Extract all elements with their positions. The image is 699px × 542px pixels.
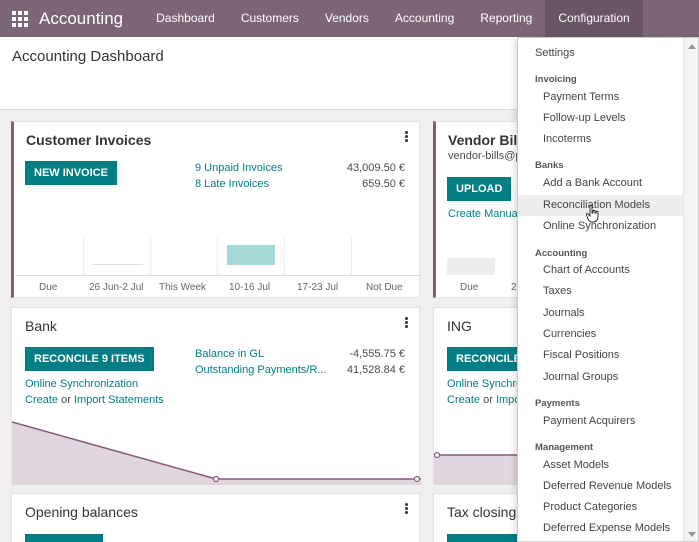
apps-menu-icon[interactable] <box>11 10 29 28</box>
card-title[interactable]: ING <box>447 318 472 334</box>
card-title[interactable]: Opening balances <box>25 504 138 520</box>
new-entry-button[interactable] <box>25 534 103 542</box>
vendor-chart-bar[interactable] <box>447 258 495 275</box>
card-title[interactable]: Customer Invoices <box>26 132 151 148</box>
bank-balance-graph <box>12 421 421 485</box>
chart-label: 26 Jun-2 Jul <box>89 282 144 293</box>
chart-gridline <box>351 237 352 275</box>
menu-item-product-categories[interactable]: Product Categories <box>518 497 683 518</box>
unpaid-invoices-amount: 43,009.50 € <box>346 162 405 174</box>
menu-item-settings[interactable]: Settings <box>518 43 683 64</box>
nav-customers[interactable]: Customers <box>228 0 312 37</box>
scroll-down-arrow-icon[interactable] <box>688 532 696 537</box>
menu-item-deferred-expense-models[interactable]: Deferred Expense Models <box>518 518 683 539</box>
menu-section-invoicing: Invoicing <box>535 74 577 85</box>
import-statements-link[interactable]: Import Statements <box>74 394 164 406</box>
or-text: or <box>480 394 496 406</box>
menu-section-payments: Payments <box>535 398 580 409</box>
menu-item-reconciliation-models[interactable]: Reconciliation Models <box>518 195 683 216</box>
late-invoices-link[interactable]: 8 Late Invoices <box>195 178 269 190</box>
menu-item-currencies[interactable]: Currencies <box>518 324 683 345</box>
chart-label: Due <box>460 282 479 293</box>
create-link[interactable]: Create <box>25 394 58 406</box>
late-invoices-amount: 659.50 € <box>362 178 405 190</box>
menu-item-online-synchronization[interactable]: Online Synchronization <box>518 216 683 237</box>
chart-gridline <box>217 237 218 275</box>
chart-baseline <box>16 275 419 276</box>
card-title[interactable]: Bank <box>25 318 57 334</box>
outstanding-payments-link[interactable]: Outstanding Payments/R... <box>195 364 326 376</box>
card-opening-balances: Opening balances <box>11 493 420 542</box>
nav-reporting[interactable]: Reporting <box>467 0 545 37</box>
menu-item-journals[interactable]: Journals <box>518 303 683 324</box>
chart-gridline <box>150 237 151 275</box>
new-entry-button[interactable] <box>447 534 517 542</box>
graph-point <box>212 475 220 483</box>
balance-gl-link[interactable]: Balance in GL <box>195 348 264 360</box>
unpaid-invoices-link[interactable]: 9 Unpaid Invoices <box>195 162 282 174</box>
chart-label: 17-23 Jul <box>297 282 339 293</box>
chart-label: Due <box>39 282 58 293</box>
chart-label: Not Due <box>366 282 403 293</box>
card-bank: Bank RECONCILE 9 ITEMS Balance in GL -4,… <box>11 307 421 485</box>
chart-label: This Week <box>159 282 207 293</box>
create-manual-link[interactable]: Create Manual <box>448 208 520 220</box>
vendor-bills-email: vendor-bills@p <box>448 150 522 162</box>
graph-point <box>434 451 441 459</box>
menu-item-fiscal-positions[interactable]: Fiscal Positions <box>518 345 683 366</box>
card-customer-invoices: Customer Invoices NEW INVOICE 9 Unpaid I… <box>11 121 420 298</box>
nav-vendors[interactable]: Vendors <box>312 0 382 37</box>
nav-accounting[interactable]: Accounting <box>382 0 467 37</box>
page-title: Accounting Dashboard <box>12 48 164 65</box>
kebab-menu-icon[interactable] <box>405 317 408 328</box>
card-title[interactable]: Tax closing <box>447 504 516 520</box>
chart-gridline <box>284 237 285 275</box>
menu-item-taxes[interactable]: Taxes <box>518 281 683 302</box>
app-brand[interactable]: Accounting <box>39 9 123 29</box>
dropdown-scrollbar[interactable] <box>683 38 698 541</box>
chart-bar-10-16-jul[interactable] <box>227 245 275 265</box>
chart-baseline-stub <box>93 264 143 265</box>
invoice-chart <box>16 237 419 277</box>
menu-item-add-bank-account[interactable]: Add a Bank Account <box>518 173 683 194</box>
nav-dashboard[interactable]: Dashboard <box>143 0 228 37</box>
or-text: or <box>58 394 74 406</box>
menu-item-asset-models[interactable]: Asset Models <box>518 455 683 476</box>
menu-item-payment-acquirers[interactable]: Payment Acquirers <box>518 411 683 432</box>
scroll-up-arrow-icon[interactable] <box>688 44 696 49</box>
menu-section-management: Management <box>535 442 594 453</box>
create-link[interactable]: Create <box>447 394 480 406</box>
top-navbar: Accounting Dashboard Customers Vendors A… <box>0 0 699 37</box>
menu-item-incoterms[interactable]: Incoterms <box>518 129 683 150</box>
graph-area <box>12 422 421 485</box>
kebab-menu-icon[interactable] <box>405 131 408 142</box>
menu-item-payment-terms[interactable]: Payment Terms <box>518 87 683 108</box>
online-sync-link[interactable]: Online Synchro <box>447 378 522 390</box>
menu-item-journal-groups[interactable]: Journal Groups <box>518 367 683 388</box>
chart-gridline <box>83 237 84 275</box>
create-import-row: Create or Import Statements <box>25 394 164 406</box>
upload-button[interactable]: UPLOAD <box>447 177 512 201</box>
new-invoice-button[interactable]: NEW INVOICE <box>25 161 117 185</box>
balance-gl-amount: -4,555.75 € <box>349 348 405 360</box>
outstanding-payments-amount: 41,528.84 € <box>346 364 405 376</box>
nav-configuration[interactable]: Configuration <box>545 0 643 37</box>
menu-section-banks: Banks <box>535 160 564 171</box>
chart-label: 10-16 Jul <box>229 282 271 293</box>
online-sync-link[interactable]: Online Synchronization <box>25 378 138 390</box>
menu-item-deferred-revenue-models[interactable]: Deferred Revenue Models <box>518 476 683 497</box>
menu-section-accounting: Accounting <box>535 248 588 259</box>
menu-item-chart-of-accounts[interactable]: Chart of Accounts <box>518 260 683 281</box>
hand-cursor-icon <box>586 205 599 223</box>
configuration-dropdown: Settings Invoicing Payment Terms Follow-… <box>517 37 699 542</box>
graph-point <box>413 475 421 483</box>
menu-item-follow-up-levels[interactable]: Follow-up Levels <box>518 108 683 129</box>
reconcile-button[interactable]: RECONCILE 9 ITEMS <box>25 347 154 371</box>
create-import-row: Create or Impo <box>447 394 520 406</box>
kebab-menu-icon[interactable] <box>405 503 408 514</box>
